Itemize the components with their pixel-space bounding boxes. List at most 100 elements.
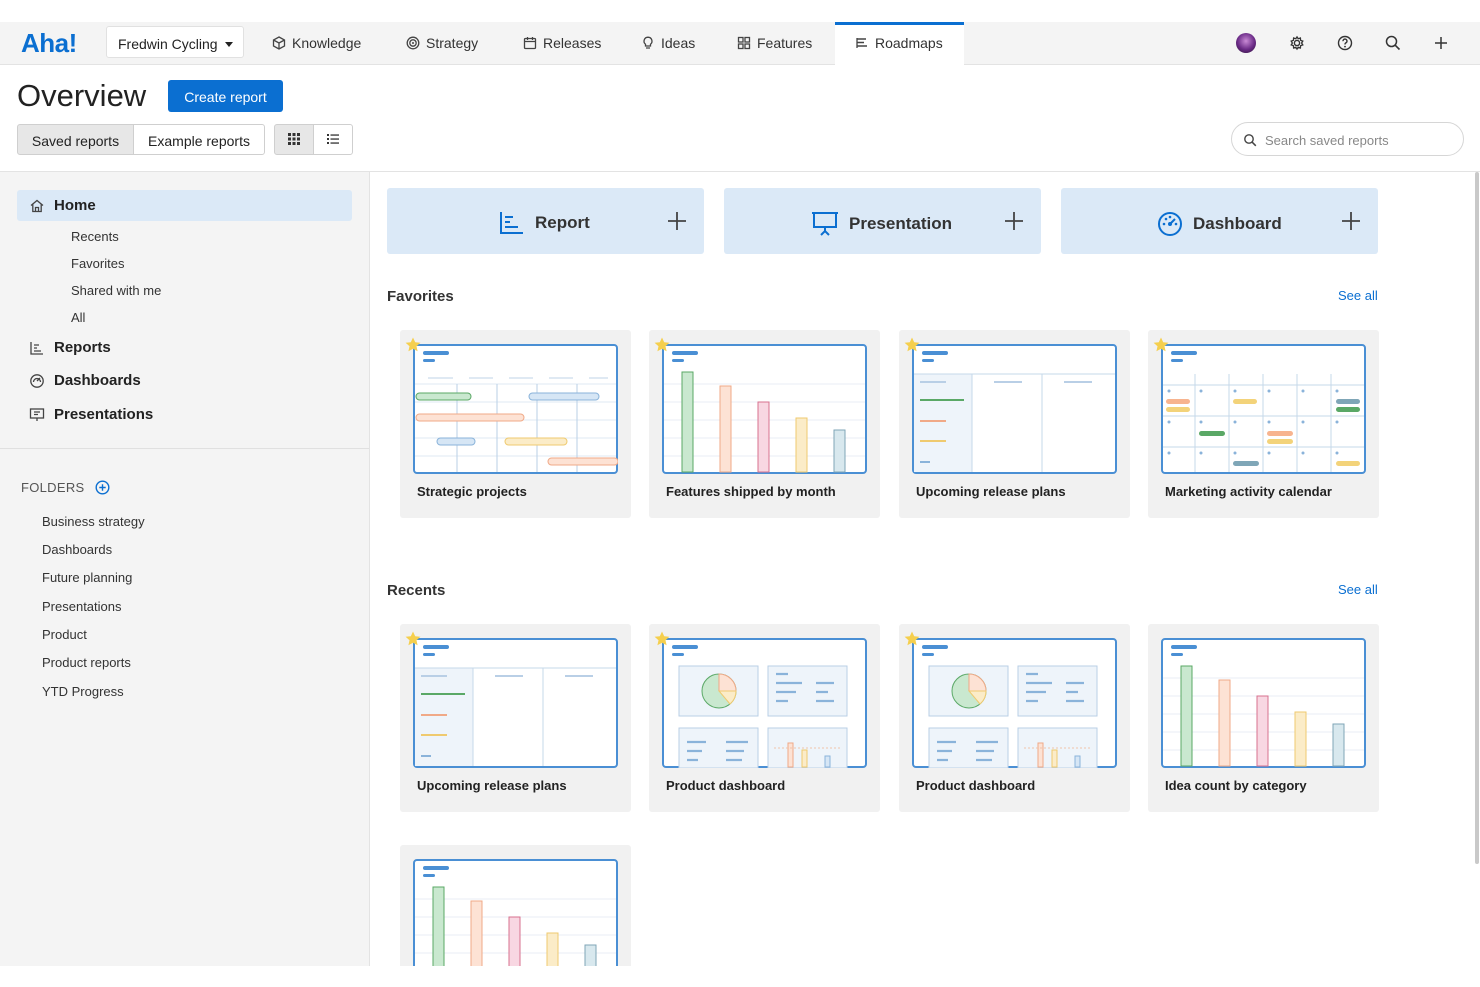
star-icon[interactable] bbox=[653, 630, 671, 648]
list-view-button[interactable] bbox=[313, 124, 353, 155]
search-icon[interactable] bbox=[1384, 34, 1402, 52]
folder-item[interactable]: Business strategy bbox=[42, 514, 145, 529]
sidebar-item-favorites[interactable]: Favorites bbox=[71, 256, 124, 271]
card-name: Upcoming release plans bbox=[417, 778, 567, 793]
new-presentation-card[interactable]: Presentation bbox=[724, 188, 1041, 254]
sidebar-item-shared[interactable]: Shared with me bbox=[71, 283, 161, 298]
folders-header: FOLDERS bbox=[21, 480, 110, 495]
card-name: Strategic projects bbox=[417, 484, 527, 499]
nav-roadmaps[interactable]: Roadmaps bbox=[835, 22, 964, 65]
dashboard-thumbnail bbox=[912, 638, 1117, 768]
table-thumbnail bbox=[912, 344, 1117, 474]
workspace-label: Fredwin Cycling bbox=[118, 36, 218, 52]
calendar-thumbnail bbox=[1161, 344, 1366, 474]
folder-item[interactable]: YTD Progress bbox=[42, 684, 124, 699]
sidebar-item-presentations[interactable]: Presentations bbox=[29, 406, 153, 423]
folder-item[interactable]: Dashboards bbox=[42, 542, 112, 557]
recents-title: Recents bbox=[387, 582, 446, 599]
star-icon[interactable] bbox=[404, 336, 422, 354]
reports-icon bbox=[30, 341, 43, 355]
sidebar-item-recents[interactable]: Recents bbox=[71, 229, 119, 244]
new-report-label: Report bbox=[535, 213, 590, 232]
report-card[interactable]: Upcoming release plans bbox=[899, 330, 1130, 518]
add-folder-icon[interactable] bbox=[95, 480, 110, 495]
plus-icon bbox=[1005, 212, 1023, 230]
sidebar-item-reports[interactable]: Reports bbox=[29, 339, 111, 356]
sidebar-item-all[interactable]: All bbox=[71, 310, 85, 325]
report-card[interactable]: Idea count by category bbox=[1148, 624, 1379, 812]
favorites-see-all-link[interactable]: See all bbox=[1338, 288, 1378, 303]
table-thumbnail bbox=[413, 638, 618, 768]
gantt-thumbnail bbox=[413, 344, 618, 474]
favorites-title: Favorites bbox=[387, 288, 454, 305]
star-icon[interactable] bbox=[653, 336, 671, 354]
target-icon bbox=[406, 36, 420, 50]
sidebar-item-dashboards[interactable]: Dashboards bbox=[29, 372, 141, 389]
report-card[interactable] bbox=[400, 845, 631, 987]
main-scrollbar[interactable] bbox=[1475, 172, 1479, 864]
bar-chart-thumbnail bbox=[662, 344, 867, 474]
avatar[interactable] bbox=[1236, 33, 1256, 53]
new-dashboard-label: Dashboard bbox=[1193, 214, 1282, 233]
card-name: Product dashboard bbox=[666, 778, 786, 793]
workspace-selector[interactable]: Fredwin Cycling bbox=[106, 26, 244, 58]
nav-releases[interactable]: Releases bbox=[523, 22, 601, 64]
nav-knowledge-label: Knowledge bbox=[292, 35, 362, 51]
gear-icon[interactable] bbox=[1288, 34, 1306, 52]
create-report-button[interactable]: Create report bbox=[168, 80, 283, 112]
new-presentation-label-wrap: Presentation bbox=[811, 211, 952, 237]
home-icon bbox=[30, 199, 44, 212]
roadmap-icon bbox=[856, 38, 867, 48]
tab-saved-reports[interactable]: Saved reports bbox=[17, 124, 134, 155]
sidebar-dashboards-label: Dashboards bbox=[54, 372, 141, 389]
folder-item[interactable]: Product reports bbox=[42, 655, 131, 670]
sidebar-divider bbox=[0, 448, 369, 449]
report-card[interactable]: Product dashboard bbox=[899, 624, 1130, 812]
top-nav: Aha! Fredwin Cycling Knowledge Strategy … bbox=[0, 22, 1480, 65]
help-icon[interactable] bbox=[1336, 34, 1354, 52]
caret-down-icon bbox=[225, 42, 233, 47]
report-card[interactable]: Product dashboard bbox=[649, 624, 880, 812]
star-icon[interactable] bbox=[903, 630, 921, 648]
new-presentation-label: Presentation bbox=[849, 214, 952, 233]
plus-icon bbox=[1342, 212, 1360, 230]
nav-strategy[interactable]: Strategy bbox=[406, 22, 478, 64]
report-card[interactable]: Features shipped by month bbox=[649, 330, 880, 518]
nav-features[interactable]: Features bbox=[737, 22, 812, 64]
plus-icon bbox=[668, 212, 686, 230]
tab-example-reports[interactable]: Example reports bbox=[133, 124, 265, 155]
folder-item[interactable]: Presentations bbox=[42, 599, 122, 614]
star-icon[interactable] bbox=[404, 630, 422, 648]
aha-logo[interactable]: Aha! bbox=[21, 28, 77, 59]
page-title: Overview bbox=[17, 78, 147, 113]
sidebar-reports-label: Reports bbox=[54, 339, 111, 356]
card-name: Upcoming release plans bbox=[916, 484, 1066, 499]
grid-view-button[interactable] bbox=[274, 124, 314, 155]
star-icon[interactable] bbox=[1152, 336, 1170, 354]
new-dashboard-card[interactable]: Dashboard bbox=[1061, 188, 1378, 254]
report-card[interactable]: Upcoming release plans bbox=[400, 624, 631, 812]
nav-features-label: Features bbox=[757, 35, 813, 51]
bar-chart-thumbnail bbox=[1161, 638, 1366, 768]
report-card[interactable]: Strategic projects bbox=[400, 330, 631, 518]
folder-item[interactable]: Product bbox=[42, 627, 87, 642]
report-card[interactable]: Marketing activity calendar bbox=[1148, 330, 1379, 518]
sidebar-home-label: Home bbox=[54, 197, 96, 214]
search-placeholder: Search saved reports bbox=[1265, 133, 1389, 148]
dashboard-icon bbox=[30, 373, 44, 388]
recents-see-all-link[interactable]: See all bbox=[1338, 582, 1378, 597]
search-icon bbox=[1244, 134, 1257, 147]
star-icon[interactable] bbox=[903, 336, 921, 354]
sidebar-home[interactable]: Home bbox=[29, 197, 96, 214]
bottom-edge bbox=[0, 966, 1480, 987]
nav-ideas[interactable]: Ideas bbox=[641, 22, 695, 64]
lightbulb-icon bbox=[643, 36, 653, 49]
new-report-card[interactable]: Report bbox=[387, 188, 704, 254]
calendar-icon bbox=[523, 37, 537, 50]
folder-item[interactable]: Future planning bbox=[42, 570, 132, 585]
nav-knowledge[interactable]: Knowledge bbox=[272, 22, 361, 64]
report-icon bbox=[500, 212, 523, 234]
search-saved-reports[interactable]: Search saved reports bbox=[1231, 122, 1464, 156]
nav-ideas-label: Ideas bbox=[661, 35, 696, 51]
plus-icon[interactable] bbox=[1432, 34, 1450, 52]
